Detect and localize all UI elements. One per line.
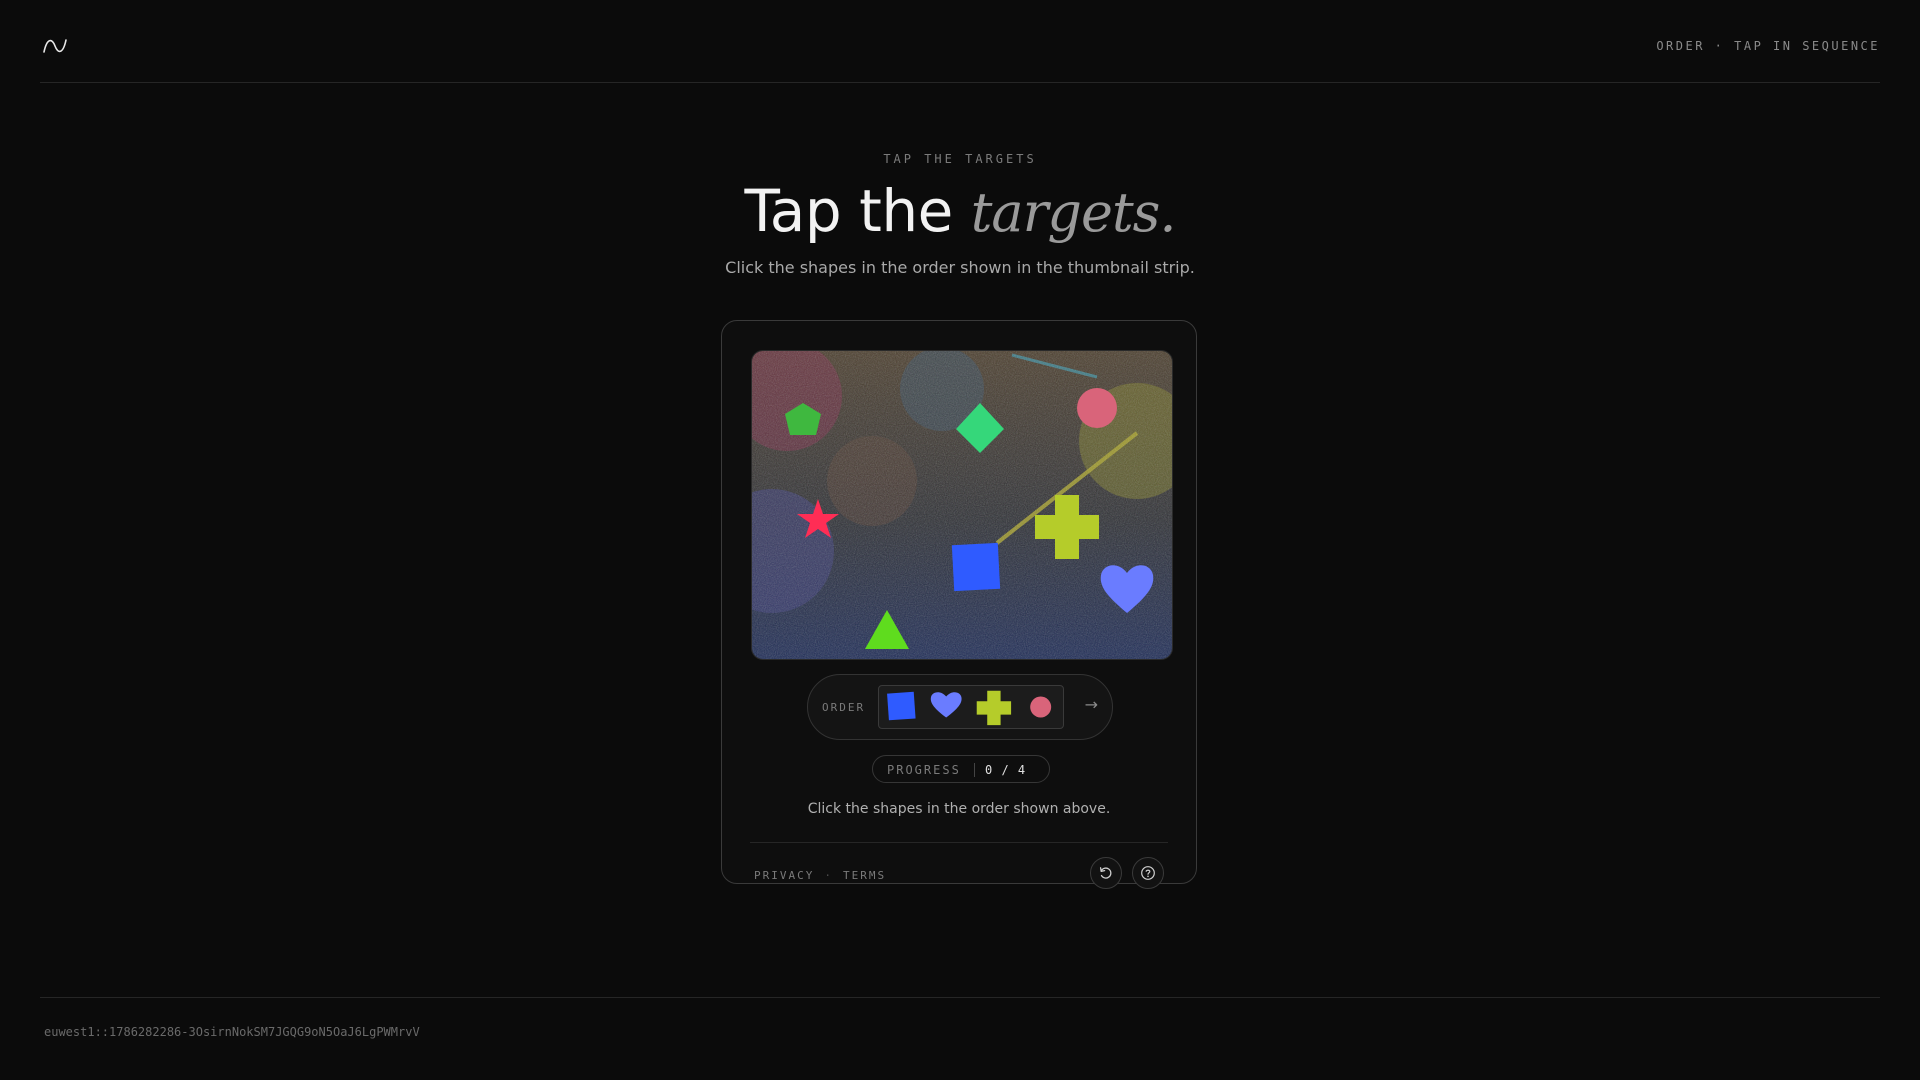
- title-accent: targets.: [970, 181, 1177, 244]
- link-separator: ·: [824, 869, 833, 882]
- refresh-icon: [1099, 867, 1112, 879]
- order-thumb-cross: [976, 690, 1012, 726]
- progress-pill: PROGRESS 0 / 4: [872, 755, 1050, 783]
- help-button[interactable]: [1132, 857, 1164, 889]
- order-thumb-pink-circle: [1030, 696, 1052, 718]
- page-subtitle: Click the shapes in the order shown in t…: [725, 258, 1195, 277]
- footer-divider: [40, 997, 1880, 998]
- card-divider: [750, 842, 1168, 843]
- order-strip: ORDER →: [807, 674, 1113, 740]
- help-icon: [1141, 866, 1155, 880]
- title-plain: Tap the: [744, 177, 971, 245]
- challenge-canvas[interactable]: [751, 350, 1173, 660]
- wave-logo-icon[interactable]: [42, 34, 68, 58]
- mode-label: ORDER · TAP IN SEQUENCE: [1656, 39, 1880, 53]
- order-thumb-blue-heart: [930, 692, 962, 718]
- challenge-card: ORDER → PROGRESS 0 / 4 Click the shapes …: [721, 320, 1197, 889]
- pink-circle-shape[interactable]: [1077, 388, 1117, 428]
- order-label: ORDER: [822, 701, 866, 714]
- order-thumbnails: [878, 685, 1064, 729]
- instruction-text: Click the shapes in the order shown abov…: [807, 801, 1111, 817]
- order-thumb-blue-square: [887, 691, 916, 721]
- eyebrow-label: TAP THE TARGETS: [883, 152, 1037, 166]
- privacy-link[interactable]: PRIVACY: [754, 869, 814, 882]
- session-id: euwest1::1786282286-3OsirnNokSM7JGQG9oN5…: [44, 1025, 420, 1039]
- terms-link[interactable]: TERMS: [843, 869, 886, 882]
- arrow-right-icon[interactable]: →: [1085, 695, 1098, 714]
- legal-links: PRIVACY · TERMS: [754, 869, 886, 882]
- progress-label: PROGRESS: [887, 763, 961, 777]
- page-title: Tap the targets.: [0, 176, 1920, 248]
- refresh-button[interactable]: [1090, 857, 1122, 889]
- progress-value: 0 / 4: [985, 763, 1027, 777]
- progress-divider: [974, 763, 975, 777]
- top-bar: ORDER · TAP IN SEQUENCE: [40, 0, 1880, 83]
- blue-square-shape[interactable]: [951, 542, 1001, 592]
